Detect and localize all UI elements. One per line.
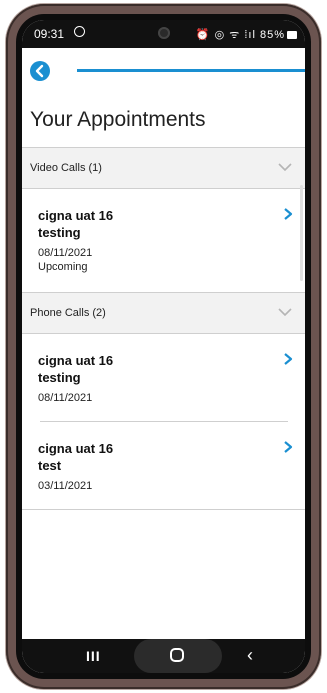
section-header-video-calls[interactable]: Video Calls (1) (22, 147, 305, 189)
appointment-name-line1: cigna uat 16 (38, 208, 114, 223)
appointment-name-line2: testing (38, 370, 81, 385)
appointment-date: 08/11/2021 (38, 247, 93, 259)
back-button[interactable] (30, 61, 50, 81)
appointment-name-line1: cigna uat 16 (38, 441, 114, 456)
phone-bezel: 09:31 ⏰ ◎ ᯤ ⁞ıl 85% Your Appointments Vi… (16, 14, 311, 679)
phone-frame: 09:31 ⏰ ◎ ᯤ ⁞ıl 85% Your Appointments Vi… (6, 4, 321, 689)
appointment-item[interactable]: cigna uat 16 test 03/11/2021 (22, 422, 305, 508)
appointment-name-line2: test (38, 458, 62, 473)
battery-percent: 85% (259, 29, 285, 41)
status-icons-text: ⏰ ◎ ᯤ ⁞ıl (195, 29, 256, 41)
section-label: Phone Calls (2) (30, 307, 106, 319)
sync-icon (74, 26, 85, 37)
progress-bar (77, 69, 305, 72)
appointment-date: 03/11/2021 (38, 480, 93, 492)
chevron-right-icon[interactable] (281, 440, 295, 454)
recents-button[interactable]: III (86, 648, 101, 664)
screen: 09:31 ⏰ ◎ ᯤ ⁞ıl 85% Your Appointments Vi… (22, 20, 305, 673)
nav-bar: III ‹ (22, 639, 305, 673)
scrollbar[interactable] (300, 185, 303, 281)
front-camera (158, 27, 170, 39)
nav-back-button[interactable]: ‹ (247, 645, 253, 666)
chevron-down-icon (278, 163, 292, 172)
chevron-right-icon[interactable] (281, 207, 295, 221)
appointment-status: Upcoming (38, 261, 88, 273)
list-end-divider (22, 509, 305, 510)
appointment-name-line1: cigna uat 16 (38, 353, 114, 368)
status-bar: 09:31 ⏰ ◎ ᯤ ⁞ıl 85% (22, 20, 305, 48)
section-header-phone-calls[interactable]: Phone Calls (2) (22, 292, 305, 334)
chevron-right-icon[interactable] (281, 352, 295, 366)
appointment-date: 08/11/2021 (38, 392, 93, 404)
status-icons: ⏰ ◎ ᯤ ⁞ıl 85% (196, 27, 297, 42)
chevron-left-icon (35, 64, 44, 78)
chevron-down-icon (278, 308, 292, 317)
battery-icon (287, 31, 297, 40)
status-time: 09:31 (34, 27, 65, 41)
appointment-name-line2: testing (38, 225, 81, 240)
page-title: Your Appointments (30, 108, 206, 131)
section-label: Video Calls (1) (30, 162, 102, 174)
appointment-item[interactable]: cigna uat 16 testing 08/11/2021 Upcoming (22, 189, 305, 291)
appointment-item[interactable]: cigna uat 16 testing 08/11/2021 (22, 334, 305, 420)
home-button[interactable] (170, 648, 184, 662)
